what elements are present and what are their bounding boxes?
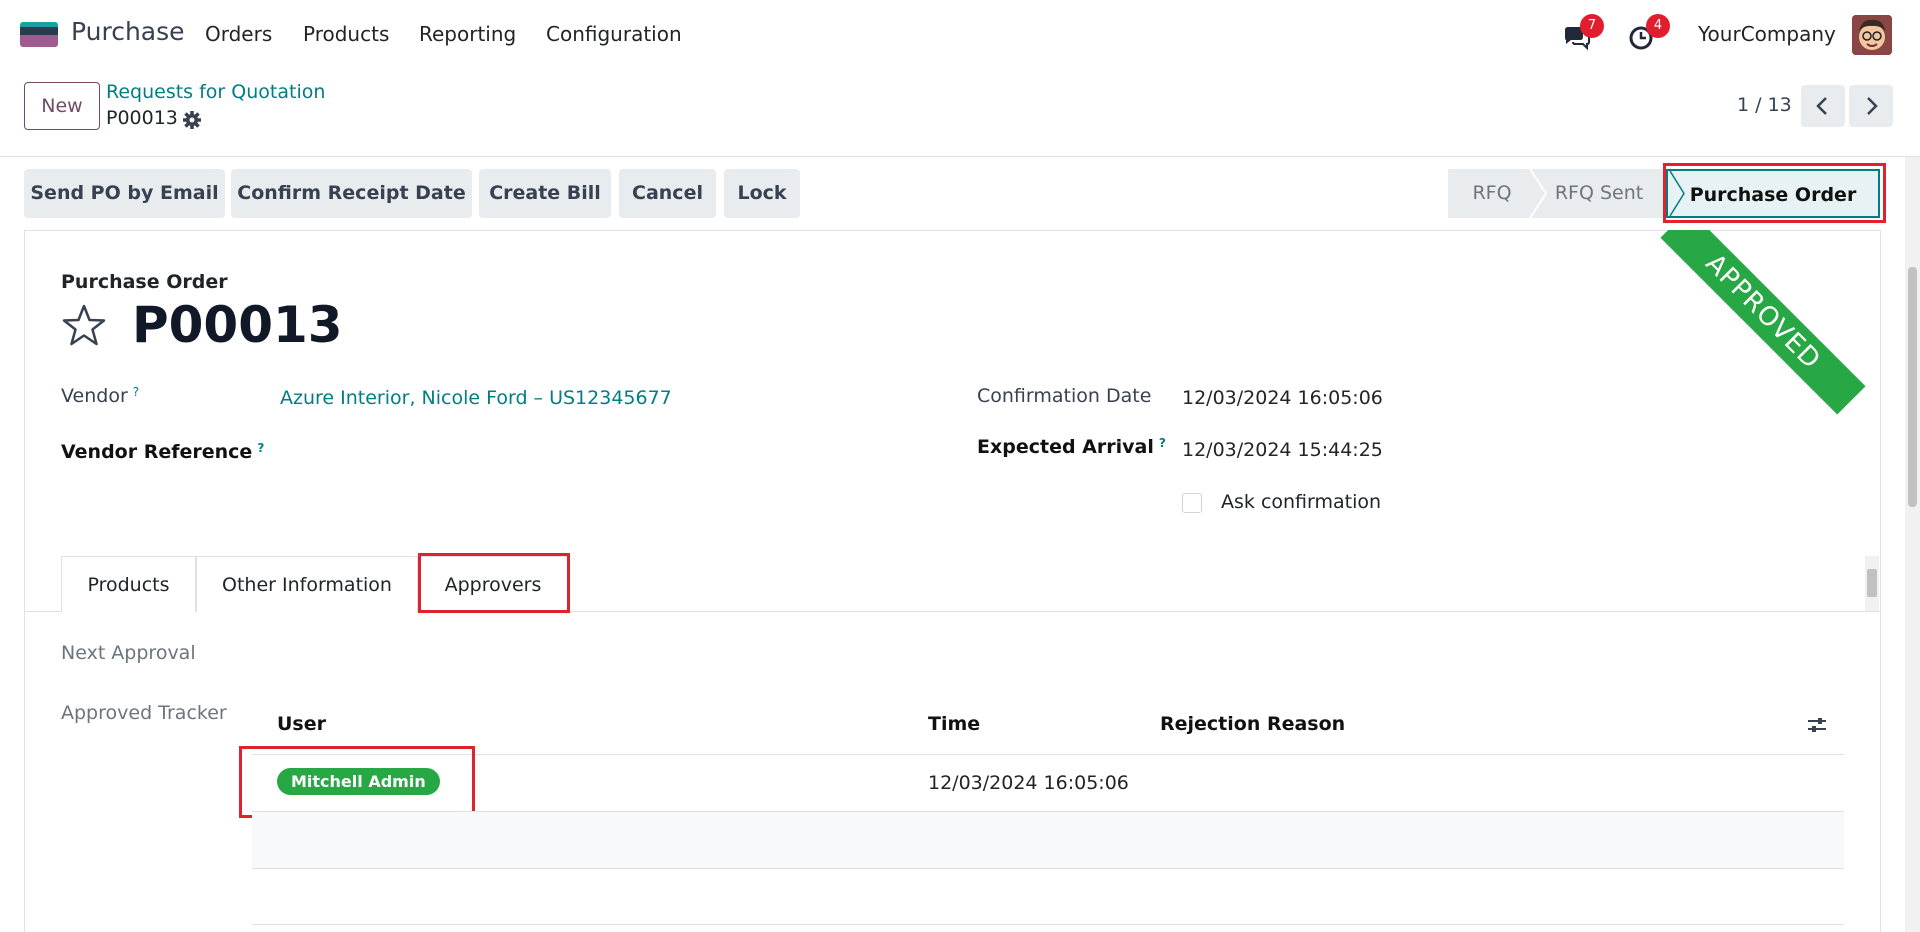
menu-orders[interactable]: Orders — [205, 22, 272, 46]
chevron-right-icon — [1867, 97, 1878, 115]
tab-other-information[interactable]: Other Information — [196, 556, 418, 612]
lock-button[interactable]: Lock — [724, 169, 800, 218]
column-header-user[interactable]: User — [277, 713, 326, 735]
send-po-email-button[interactable]: Send PO by Email — [24, 169, 225, 218]
approver-time: 12/03/2024 16:05:06 — [928, 772, 1129, 794]
star-icon[interactable] — [61, 303, 107, 349]
stage-purchase-order[interactable]: Purchase Order — [1666, 169, 1880, 218]
menu-reporting[interactable]: Reporting — [419, 22, 516, 46]
help-icon[interactable]: ? — [133, 385, 139, 399]
vendor-field[interactable]: Azure Interior, Nicole Ford – US12345677 — [280, 387, 672, 409]
menu-configuration[interactable]: Configuration — [546, 22, 682, 46]
table-row-divider — [252, 868, 1844, 869]
ask-confirmation-checkbox[interactable] — [1182, 493, 1202, 513]
ask-confirmation-label[interactable]: Ask confirmation — [1221, 491, 1381, 513]
help-icon[interactable]: ? — [1159, 436, 1166, 450]
messages-button[interactable]: 7 — [1562, 14, 1604, 52]
company-switcher[interactable]: YourCompany — [1698, 22, 1836, 46]
breadcrumb-current: P00013 — [106, 107, 178, 129]
pager-previous-button[interactable] — [1801, 85, 1845, 127]
user-avatar[interactable] — [1852, 15, 1892, 55]
control-panel-divider — [0, 156, 1920, 157]
table-row-empty — [252, 812, 1844, 868]
po-name: P00013 — [132, 296, 343, 354]
next-approval-label: Next Approval — [61, 642, 196, 664]
cancel-button[interactable]: Cancel — [619, 169, 716, 218]
column-header-rejection-reason[interactable]: Rejection Reason — [1160, 713, 1345, 735]
approved-tracker-label: Approved Tracker — [61, 702, 227, 724]
expected-arrival-label: Expected Arrival? — [977, 436, 1166, 458]
expected-arrival-field[interactable]: 12/03/2024 15:44:25 — [1182, 439, 1383, 461]
page-scrollbar[interactable] — [1905, 157, 1920, 932]
vendor-reference-field[interactable] — [280, 436, 920, 468]
tab-products[interactable]: Products — [61, 556, 196, 612]
help-icon[interactable]: ? — [257, 441, 264, 455]
app-logo-icon[interactable] — [20, 22, 58, 47]
pager-value[interactable]: 1 / 13 — [1737, 94, 1792, 116]
top-navbar: Purchase Orders Products Reporting Confi… — [0, 0, 1920, 70]
stage-rfq[interactable]: RFQ — [1448, 169, 1536, 218]
menu-products[interactable]: Products — [303, 22, 389, 46]
stage-arrow-icon — [1529, 169, 1548, 218]
app-name[interactable]: Purchase — [71, 17, 185, 46]
confirmation-date-field[interactable]: 12/03/2024 16:05:06 — [1182, 387, 1383, 409]
messages-badge: 7 — [1580, 14, 1604, 38]
form-title-label: Purchase Order — [61, 271, 228, 293]
vendor-reference-label: Vendor Reference? — [61, 441, 265, 463]
column-header-time[interactable]: Time — [928, 713, 980, 735]
approver-user-tag[interactable]: Mitchell Admin — [277, 768, 440, 795]
stage-arrow-icon — [1669, 171, 1685, 216]
create-bill-button[interactable]: Create Bill — [479, 169, 611, 218]
activities-button[interactable]: 4 — [1628, 14, 1670, 52]
confirmation-date-label: Confirmation Date — [977, 385, 1152, 407]
activities-badge: 4 — [1646, 14, 1670, 38]
gear-icon[interactable] — [182, 110, 202, 130]
vendor-label: Vendor? — [61, 385, 140, 407]
tab-approvers[interactable]: Approvers — [418, 556, 568, 613]
approved-ribbon: APPROVED — [1660, 230, 1881, 452]
optional-columns-icon[interactable] — [1806, 714, 1828, 736]
pager-next-button[interactable] — [1849, 85, 1893, 127]
stage-rfq-sent[interactable]: RFQ Sent — [1530, 169, 1668, 218]
table-row-divider — [252, 924, 1844, 925]
chevron-left-icon — [1816, 97, 1827, 115]
avatar-face-icon — [1852, 15, 1892, 55]
confirm-receipt-date-button[interactable]: Confirm Receipt Date — [231, 169, 472, 218]
tabs-scrollbar[interactable] — [1865, 556, 1879, 611]
new-button[interactable]: New — [24, 82, 100, 130]
breadcrumb-rfq-link[interactable]: Requests for Quotation — [106, 81, 325, 103]
